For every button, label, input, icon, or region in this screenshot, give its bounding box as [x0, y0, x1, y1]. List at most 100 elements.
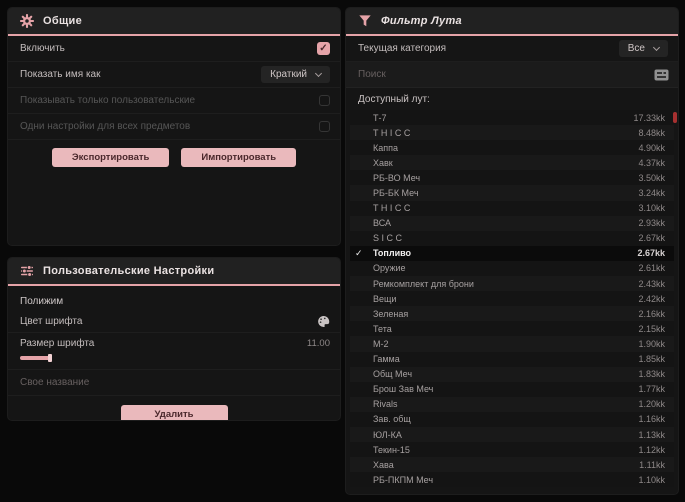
export-button[interactable]: Экспортировать	[51, 148, 170, 167]
custom-only-row: Показывать только пользовательские	[8, 88, 340, 114]
custom-name-input[interactable]	[8, 370, 340, 395]
name-display-value: Краткий	[270, 69, 307, 80]
custom-only-checkbox[interactable]	[319, 95, 330, 106]
loot-row[interactable]: Каппа 4.90kk	[350, 140, 674, 156]
enable-checkbox[interactable]: ✓	[317, 42, 330, 55]
loot-row[interactable]: Зав. общ 1.16kk	[350, 411, 674, 427]
loot-item-name: РБ-БК Меч	[373, 188, 419, 199]
loot-item-value: 1.83kk	[638, 369, 665, 380]
loot-item-name: Каппа	[373, 142, 399, 153]
loot-item-name: Вещи	[373, 293, 397, 304]
loot-row[interactable]: Брош Зав Меч 1.77kk	[350, 381, 674, 397]
loot-item-name: Ремкомплект для брони	[373, 278, 474, 289]
chevron-down-icon	[652, 43, 661, 51]
enable-label: Включить	[20, 43, 65, 54]
general-panel-header: Общие	[8, 8, 340, 36]
loot-row[interactable]: М-2 1.90kk	[350, 336, 674, 352]
loot-row[interactable]: Зеленая 2.16kk	[350, 306, 674, 322]
loot-item-name: S I C C	[373, 233, 403, 244]
same-settings-checkbox[interactable]	[319, 121, 330, 132]
available-loot-label: Доступный лут:	[358, 94, 430, 105]
loot-item-value: 8.48kk	[638, 127, 665, 138]
slider-fill	[20, 356, 50, 360]
scrollbar-thumb[interactable]	[673, 112, 677, 123]
slider-handle[interactable]	[48, 354, 52, 362]
loot-filter-panel: Фильтр Лута Текущая категория Все Доступ…	[346, 8, 678, 494]
loot-item-name: Зеленая	[373, 308, 409, 319]
loot-filter-header: Фильтр Лута	[346, 8, 678, 36]
loot-row[interactable]: ЮЛ-КА 1.13kk	[350, 426, 674, 443]
loot-row[interactable]: T H I C C 8.48kk	[350, 125, 674, 141]
loot-item-value: 1.11kk	[639, 459, 665, 470]
category-label: Текущая категория	[358, 43, 447, 54]
loot-item-value: 4.90kk	[638, 142, 665, 153]
loot-item-name: ВСА	[373, 218, 392, 229]
loot-row[interactable]: Текин-15 1.12kk	[350, 442, 674, 458]
loot-row[interactable]: Общ Меч 1.83kk	[350, 366, 674, 382]
loot-row[interactable]: РБ-БК Меч 3.24kk	[350, 185, 674, 201]
delete-button[interactable]: Удалить	[120, 405, 228, 420]
same-settings-row: Одни настройки для всех предметов	[8, 114, 340, 140]
loot-row[interactable]: Rivals 1.20kk	[350, 396, 674, 412]
loot-item-name: Общ Меч	[373, 369, 413, 380]
name-display-dropdown[interactable]: Краткий	[261, 66, 330, 83]
loot-item-name: Топливо	[373, 248, 412, 259]
category-row: Текущая категория Все	[346, 36, 678, 62]
loot-item-value: 17.33kk	[633, 112, 665, 123]
loot-row[interactable]: S I C C 2.67kk	[350, 230, 674, 246]
font-color-label: Цвет шрифта	[20, 316, 83, 327]
mod-config-page: Общие Включить ✓ Показать имя как Кратки…	[0, 0, 685, 502]
search-settings-icon[interactable]	[654, 69, 669, 81]
loot-row[interactable]: Вещи 2.42kk	[350, 291, 674, 307]
loot-row[interactable]: ВСА 2.93kk	[350, 215, 674, 231]
import-button[interactable]: Импортировать	[181, 148, 297, 167]
sliders-icon	[20, 264, 34, 278]
loot-item-value: 2.61kk	[638, 263, 665, 274]
same-settings-label: Одни настройки для всех предметов	[20, 121, 191, 132]
loot-row[interactable]: Гамма 1.85kk	[350, 351, 674, 367]
loot-item-name: Зав. общ	[373, 414, 411, 425]
custom-settings-panel: Пользовательские Настройки Полижим Цвет …	[8, 258, 340, 420]
loot-item-value: 1.20kk	[638, 399, 665, 410]
custom-only-label: Показывать только пользовательские	[20, 95, 195, 106]
loot-item-value: 1.90kk	[638, 338, 665, 349]
loot-item-name: М-2	[373, 338, 389, 349]
loot-item-value: 2.16kk	[638, 308, 665, 319]
loot-item-value: 3.10kk	[638, 203, 665, 214]
loot-row[interactable]: Т-7 17.33kk	[350, 110, 674, 126]
loot-item-name: T H I C C	[373, 203, 411, 214]
loot-item-value: 2.93kk	[638, 218, 665, 229]
search-input[interactable]	[346, 69, 654, 80]
loot-row[interactable]: T H I C C 3.10kk	[350, 200, 674, 216]
font-size-slider[interactable]	[20, 354, 160, 362]
loot-item-name: Хава	[373, 459, 394, 470]
general-panel: Общие Включить ✓ Показать имя как Кратки…	[8, 8, 340, 245]
loot-item-value: 3.50kk	[638, 172, 665, 183]
category-value: Все	[627, 43, 645, 54]
loot-item-value: 2.42kk	[638, 293, 665, 304]
loot-row[interactable]: Оружие 2.61kk	[350, 260, 674, 277]
loot-item-name: Гамма	[373, 354, 400, 365]
gear-icon	[20, 14, 34, 28]
funnel-icon	[358, 14, 372, 28]
loot-item-value: 4.37kk	[638, 157, 665, 168]
loot-row[interactable]: Хава 1.11kk	[350, 457, 674, 473]
palette-icon[interactable]	[317, 315, 330, 328]
category-dropdown[interactable]: Все	[618, 40, 668, 57]
loot-item-name: РБ-ПКПМ Меч	[373, 474, 434, 485]
loot-row[interactable]: Ремкомплект для брони 2.43kk	[350, 276, 674, 292]
loot-row[interactable]: ✓ Топливо 2.67kk	[350, 245, 674, 261]
loot-item-name: РБ-ВО Меч	[373, 172, 421, 183]
enable-row: Включить ✓	[8, 36, 340, 62]
general-panel-title: Общие	[43, 15, 83, 27]
name-display-label: Показать имя как	[20, 69, 101, 80]
loot-row[interactable]: Хавк 4.37kk	[350, 155, 674, 171]
loot-row[interactable]: Тета 2.15kk	[350, 321, 674, 337]
custom-settings-header: Пользовательские Настройки	[8, 258, 340, 286]
loot-item-name: Оружие	[373, 263, 406, 274]
loot-row[interactable]: РБ-ПКПМ Меч 1.10kk	[350, 472, 674, 488]
loot-item-value: 2.67kk	[637, 248, 665, 259]
loot-list: Т-7 17.33kk T H I C C 8.48kk Каппа 4.90k…	[350, 110, 674, 488]
loot-row[interactable]: РБ-ВО Меч 3.50kk	[350, 170, 674, 186]
loot-item-value: 1.13kk	[638, 429, 665, 440]
